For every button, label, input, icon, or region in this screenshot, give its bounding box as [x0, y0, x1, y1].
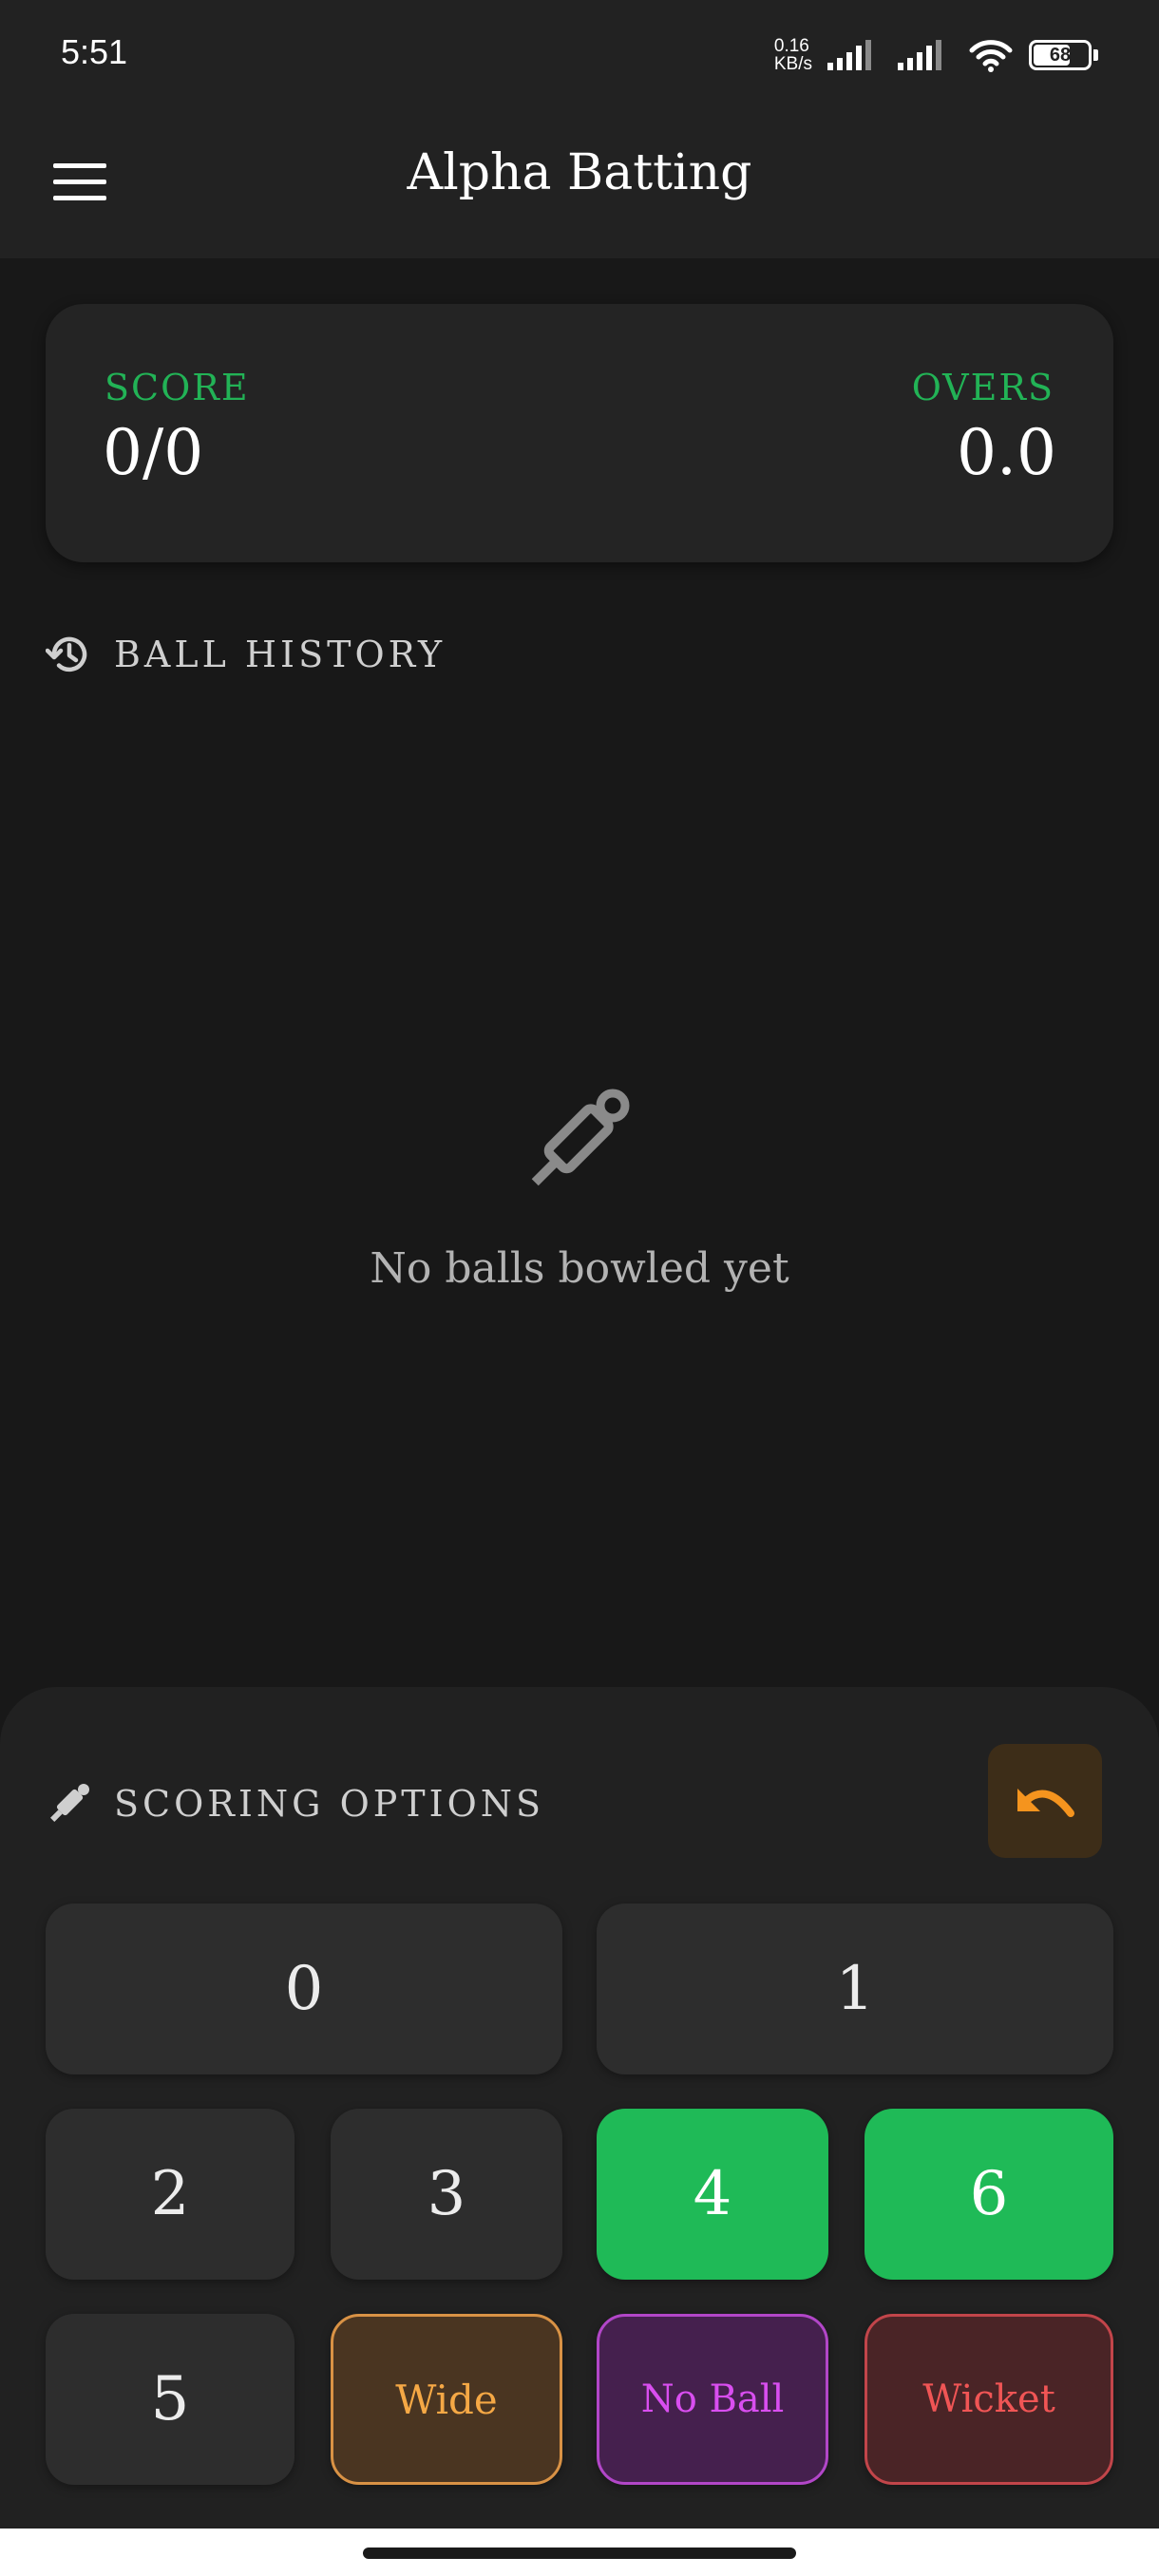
- battery-cap: [1093, 49, 1098, 61]
- system-nav-bar: [0, 2529, 1159, 2576]
- ball-history-header: BALL HISTORY: [46, 631, 446, 678]
- network-speed-unit: KB/s: [773, 54, 812, 74]
- overs-value: 0.0: [957, 416, 1056, 489]
- cricket-bat-icon: [531, 1089, 630, 1186]
- history-icon: [46, 636, 87, 672]
- no-ball-button[interactable]: No Ball: [597, 2314, 828, 2485]
- boundary-4-button[interactable]: 4: [597, 2109, 828, 2280]
- scoring-panel: SCORING OPTIONS 0 1 2 3 4 6 5 Wide No Ba…: [0, 1687, 1159, 2576]
- run-0-button[interactable]: 0: [46, 1904, 562, 2074]
- score-card: SCORE 0/0 OVERS 0.0: [46, 304, 1113, 562]
- battery-icon: 68: [1029, 40, 1092, 70]
- undo-button[interactable]: [988, 1744, 1102, 1858]
- score-label: SCORE: [104, 367, 250, 408]
- scoring-options-header: SCORING OPTIONS: [46, 1780, 544, 1828]
- ball-history-empty-state: No balls bowled yet: [0, 1083, 1159, 1293]
- wicket-button[interactable]: Wicket: [864, 2314, 1113, 2485]
- score-value: 0/0: [103, 416, 204, 489]
- boundary-6-button[interactable]: 6: [864, 2109, 1113, 2280]
- network-speed: 0.16 KB/s: [774, 37, 812, 73]
- overs-label: OVERS: [911, 367, 1054, 408]
- status-bar: 5:51 0.16 KB/s 68: [0, 0, 1159, 106]
- undo-icon: [1017, 1789, 1074, 1817]
- status-indicators: 0.16 KB/s 68: [774, 34, 1098, 76]
- wide-button[interactable]: Wide: [331, 2314, 562, 2485]
- run-1-button[interactable]: 1: [597, 1904, 1113, 2074]
- battery-percent: 68: [1049, 44, 1072, 66]
- scoring-options-title: SCORING OPTIONS: [114, 1783, 545, 1825]
- cricket-bat-icon: [50, 1784, 89, 1822]
- run-3-button[interactable]: 3: [331, 2109, 562, 2280]
- page-title: Alpha Batting: [407, 144, 752, 201]
- run-2-button[interactable]: 2: [46, 2109, 294, 2280]
- wifi-icon: [969, 40, 1013, 72]
- ball-history-title: BALL HISTORY: [114, 634, 446, 675]
- signal-icon: [898, 40, 941, 70]
- status-time: 5:51: [61, 32, 128, 71]
- empty-state-text: No balls bowled yet: [370, 1244, 789, 1293]
- network-speed-value: 0.16: [773, 36, 809, 56]
- app-bar: Alpha Batting: [0, 106, 1159, 258]
- signal-icon: [827, 40, 871, 70]
- run-5-button[interactable]: 5: [46, 2314, 294, 2485]
- home-indicator[interactable]: [363, 2548, 796, 2559]
